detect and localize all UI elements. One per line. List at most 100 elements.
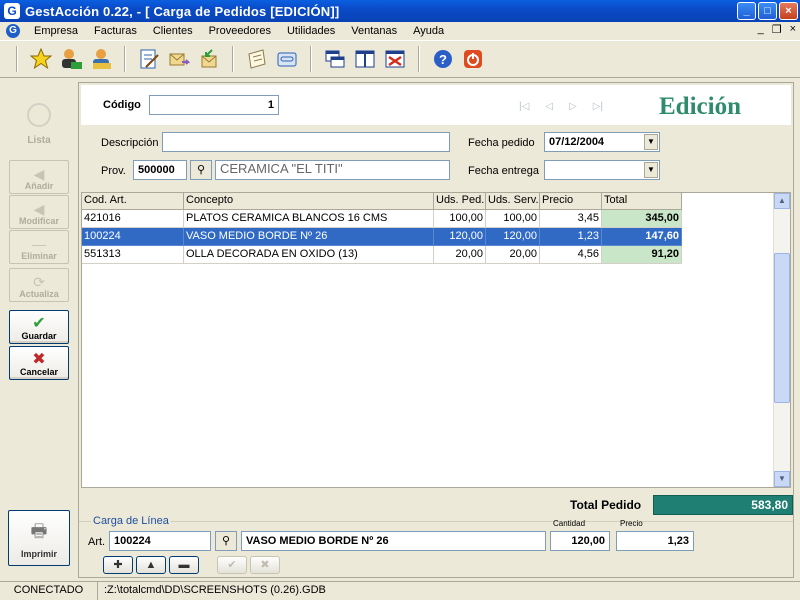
eliminar-button[interactable]: — Eliminar — [9, 230, 69, 264]
cell-cod-art: 551313 — [82, 246, 184, 264]
edit-doc-icon[interactable] — [135, 45, 163, 73]
col-uds-ped[interactable]: Uds. Ped. — [434, 193, 486, 210]
header-strip: Código 1 |◁ ◁ ▷ ▷| Edición — [81, 85, 791, 125]
modificar-button[interactable]: ◀ Modificar — [9, 195, 69, 229]
toolbar: ? — [0, 40, 800, 78]
windows-tile-icon[interactable] — [351, 45, 379, 73]
app-icon[interactable]: G — [4, 3, 20, 19]
fecha-entrega-select[interactable]: ▼ — [544, 160, 660, 180]
art-code-input[interactable]: 100224 — [109, 531, 211, 551]
anadir-button[interactable]: ◀ Añadir — [9, 160, 69, 194]
record-navigator: |◁ ◁ ▷ ▷| — [519, 101, 603, 112]
total-pedido-value: 583,80 — [653, 495, 793, 515]
anadir-label: Añadir — [24, 181, 54, 191]
scroll-thumb[interactable] — [774, 253, 790, 403]
receive-mail-icon[interactable] — [195, 45, 223, 73]
cancelar-label: Cancelar — [19, 367, 59, 377]
status-bar: CONECTADO :Z:\totalcmd\DD\SCREENSHOTS (0… — [0, 581, 800, 600]
precio-input[interactable]: 1,23 — [616, 531, 694, 551]
descripcion-label: Descripción — [101, 137, 159, 149]
add-line-button[interactable]: ✚ — [103, 556, 133, 574]
discard-line-button[interactable]: ✖ — [250, 556, 280, 574]
cancel-x-icon: ✖ — [32, 351, 46, 368]
svg-text:?: ? — [439, 52, 447, 67]
toolbar-separator — [310, 46, 312, 72]
binoculars-icon[interactable]: ⚲ — [215, 531, 237, 551]
menu-ventanas[interactable]: Ventanas — [343, 25, 405, 37]
minimize-button[interactable]: _ — [737, 2, 756, 20]
provider-icon[interactable] — [87, 45, 115, 73]
notepad-icon[interactable] — [243, 45, 271, 73]
table-row[interactable]: 551313 OLLA DECORADA EN OXIDO (13) 20,00… — [82, 246, 682, 264]
cell-total: 147,60 — [602, 228, 682, 246]
actualiza-button[interactable]: ⟳ Actualiza — [9, 268, 69, 302]
grid-scrollbar[interactable]: ▲ ▼ — [773, 193, 790, 487]
mdi-minimize-button[interactable]: _ — [758, 23, 764, 36]
first-record-icon[interactable]: |◁ — [519, 101, 529, 112]
cancelar-button[interactable]: ✖ Cancelar — [9, 346, 69, 380]
prov-name-field: CERAMICA "EL TITI" — [215, 160, 450, 180]
cantidad-label: Cantidad — [553, 519, 586, 528]
col-precio[interactable]: Precio — [540, 193, 602, 210]
mdi-app-icon[interactable]: G — [6, 24, 20, 38]
connection-status: CONECTADO — [0, 582, 98, 600]
guardar-button[interactable]: ✔ Guardar — [9, 310, 69, 344]
cantidad-input[interactable]: 120,00 — [550, 531, 610, 551]
prov-label: Prov. — [101, 165, 126, 177]
cell-precio: 4,56 — [540, 246, 602, 264]
menu-bar: G Empresa Facturas Clientes Proveedores … — [0, 22, 800, 40]
order-lines-grid[interactable]: Cod. Art. Concepto Uds. Ped. Uds. Serv. … — [81, 192, 791, 488]
col-total[interactable]: Total — [602, 193, 682, 210]
confirm-line-button[interactable]: ✔ — [217, 556, 247, 574]
power-icon[interactable] — [459, 45, 487, 73]
menu-ayuda[interactable]: Ayuda — [405, 25, 452, 37]
lista-button[interactable]: Lista — [9, 86, 69, 146]
cell-concepto: OLLA DECORADA EN OXIDO (13) — [184, 246, 434, 264]
prev-record-icon[interactable]: ◁ — [545, 101, 553, 112]
chevron-down-icon[interactable]: ▼ — [644, 162, 658, 178]
fecha-pedido-select[interactable]: 07/12/2004 ▼ — [544, 132, 660, 152]
table-row[interactable]: 421016 PLATOS CERAMICA BLANCOS 16 CMS 10… — [82, 210, 682, 228]
mdi-controls: _ ❐ × — [758, 23, 796, 36]
scroll-up-icon[interactable]: ▲ — [774, 193, 790, 209]
cell-cod-art: 421016 — [82, 210, 184, 228]
menu-utilidades[interactable]: Utilidades — [279, 25, 343, 37]
menu-proveedores[interactable]: Proveedores — [201, 25, 279, 37]
cell-uds-serv: 120,00 — [486, 228, 540, 246]
last-record-icon[interactable]: ▷| — [593, 101, 603, 112]
codigo-input[interactable]: 1 — [149, 95, 279, 115]
imprimir-label: Imprimir — [20, 549, 57, 559]
table-row-selected[interactable]: 100224 VASO MEDIO BORDE Nº 26 120,00 120… — [82, 228, 682, 246]
remove-line-button[interactable]: ▬ — [169, 556, 199, 574]
chevron-down-icon[interactable]: ▼ — [644, 134, 658, 150]
lista-label: Lista — [27, 135, 51, 146]
help-icon[interactable]: ? — [429, 45, 457, 73]
menu-empresa[interactable]: Empresa — [26, 25, 86, 37]
cell-concepto: PLATOS CERAMICA BLANCOS 16 CMS — [184, 210, 434, 228]
mdi-restore-button[interactable]: ❐ — [772, 23, 782, 36]
modificar-label: Modificar — [18, 216, 59, 226]
windows-cascade-icon[interactable] — [321, 45, 349, 73]
descripcion-input[interactable] — [162, 132, 450, 152]
prov-code-input[interactable]: 500000 — [133, 160, 187, 180]
client-icon[interactable] — [57, 45, 85, 73]
col-cod-art[interactable]: Cod. Art. — [82, 193, 184, 210]
imprimir-button[interactable]: 🖶 Imprimir — [8, 510, 70, 566]
windows-close-icon[interactable] — [381, 45, 409, 73]
scroll-down-icon[interactable]: ▼ — [774, 471, 790, 487]
cell-cod-art: 100224 — [82, 228, 184, 246]
binoculars-icon[interactable]: ⚲ — [190, 160, 212, 180]
menu-facturas[interactable]: Facturas — [86, 25, 145, 37]
menu-clientes[interactable]: Clientes — [145, 25, 201, 37]
col-uds-serv[interactable]: Uds. Serv. — [486, 193, 540, 210]
next-record-icon[interactable]: ▷ — [569, 101, 577, 112]
forward-mail-icon[interactable] — [165, 45, 193, 73]
mdi-close-button[interactable]: × — [790, 23, 796, 36]
star-icon[interactable] — [27, 45, 55, 73]
maximize-button[interactable]: □ — [758, 2, 777, 20]
col-concepto[interactable]: Concepto — [184, 193, 434, 210]
close-button[interactable]: × — [779, 2, 798, 20]
id-card-icon[interactable] — [273, 45, 301, 73]
window-title: GestAcción 0.22, - [ Carga de Pedidos [E… — [25, 3, 340, 19]
move-up-button[interactable]: ▲ — [136, 556, 166, 574]
